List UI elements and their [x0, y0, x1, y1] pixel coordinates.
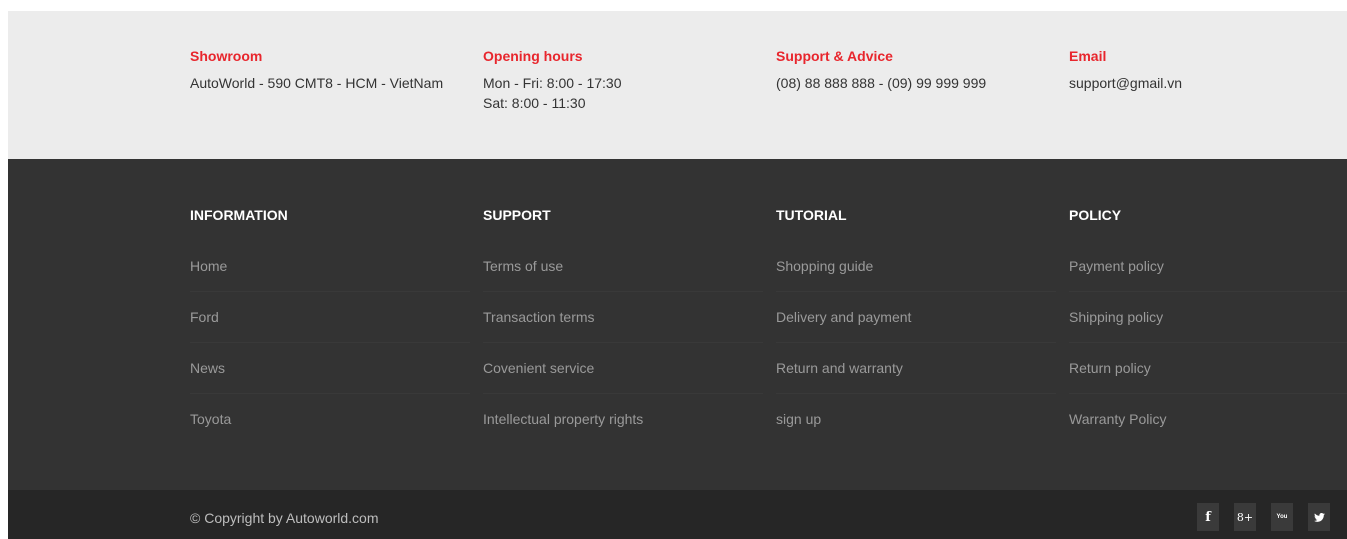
showroom-block: Showroom AutoWorld - 590 CMT8 - HCM - Vi… [190, 48, 470, 93]
social-links: f 8+ You [1197, 503, 1330, 531]
link-news[interactable]: News [190, 343, 470, 394]
bottom-bar: © Copyright by Autoworld.com f 8+ You [8, 490, 1347, 539]
link-shopping-guide[interactable]: Shopping guide [776, 241, 1056, 292]
google-plus-button[interactable]: 8+ [1234, 503, 1256, 531]
link-return-warranty[interactable]: Return and warranty [776, 343, 1056, 394]
tutorial-heading: TUTORIAL [776, 207, 847, 223]
email-block: Email support@gmail.vn [1069, 48, 1347, 93]
link-terms-of-use[interactable]: Terms of use [483, 241, 763, 292]
link-home[interactable]: Home [190, 241, 470, 292]
copyright-text: © Copyright by Autoworld.com [190, 510, 379, 526]
link-payment-policy[interactable]: Payment policy [1069, 241, 1347, 292]
saturday-hours: Sat: 8:00 - 11:30 [483, 95, 586, 111]
youtube-button[interactable]: You [1271, 503, 1293, 531]
link-ford[interactable]: Ford [190, 292, 470, 343]
facebook-button[interactable]: f [1197, 503, 1219, 531]
google-plus-icon: 8+ [1236, 510, 1254, 524]
link-return-policy[interactable]: Return policy [1069, 343, 1347, 394]
support-advice-title: Support & Advice [776, 48, 893, 64]
support-heading: SUPPORT [483, 207, 551, 223]
information-column: INFORMATION Home Ford News Toyota [190, 207, 470, 445]
link-toyota[interactable]: Toyota [190, 394, 470, 445]
contact-bar: Showroom AutoWorld - 590 CMT8 - HCM - Vi… [8, 11, 1347, 159]
link-transaction-terms[interactable]: Transaction terms [483, 292, 763, 343]
support-advice-block: Support & Advice (08) 88 888 888 - (09) … [776, 48, 1056, 93]
email-title: Email [1069, 48, 1107, 64]
policy-column: POLICY Payment policy Shipping policy Re… [1069, 207, 1347, 445]
showroom-address: AutoWorld - 590 CMT8 - HCM - VietNam [190, 75, 444, 91]
footer-links: INFORMATION Home Ford News Toyota SUPPOR… [8, 159, 1347, 490]
support-phone: (08) 88 888 888 - (09) 99 999 999 [776, 75, 987, 91]
support-email[interactable]: support@gmail.vn [1069, 73, 1347, 93]
link-shipping-policy[interactable]: Shipping policy [1069, 292, 1347, 343]
opening-hours-block: Opening hours Mon - Fri: 8:00 - 17:30 Sa… [483, 48, 763, 113]
link-warranty-policy[interactable]: Warranty Policy [1069, 394, 1347, 445]
weekday-hours: Mon - Fri: 8:00 - 17:30 [483, 75, 622, 91]
youtube-icon: You [1276, 514, 1288, 520]
link-convenient-service[interactable]: Covenient service [483, 343, 763, 394]
twitter-icon [1313, 512, 1325, 522]
support-column: SUPPORT Terms of use Transaction terms C… [483, 207, 763, 445]
policy-heading: POLICY [1069, 207, 1122, 223]
showroom-title: Showroom [190, 48, 263, 64]
twitter-button[interactable] [1308, 503, 1330, 531]
facebook-icon: f [1205, 509, 1211, 525]
link-sign-up[interactable]: sign up [776, 394, 1056, 445]
link-intellectual-property[interactable]: Intellectual property rights [483, 394, 763, 445]
link-delivery-payment[interactable]: Delivery and payment [776, 292, 1056, 343]
tutorial-column: TUTORIAL Shopping guide Delivery and pay… [776, 207, 1056, 445]
information-heading: INFORMATION [190, 207, 288, 223]
opening-hours-title: Opening hours [483, 48, 583, 64]
